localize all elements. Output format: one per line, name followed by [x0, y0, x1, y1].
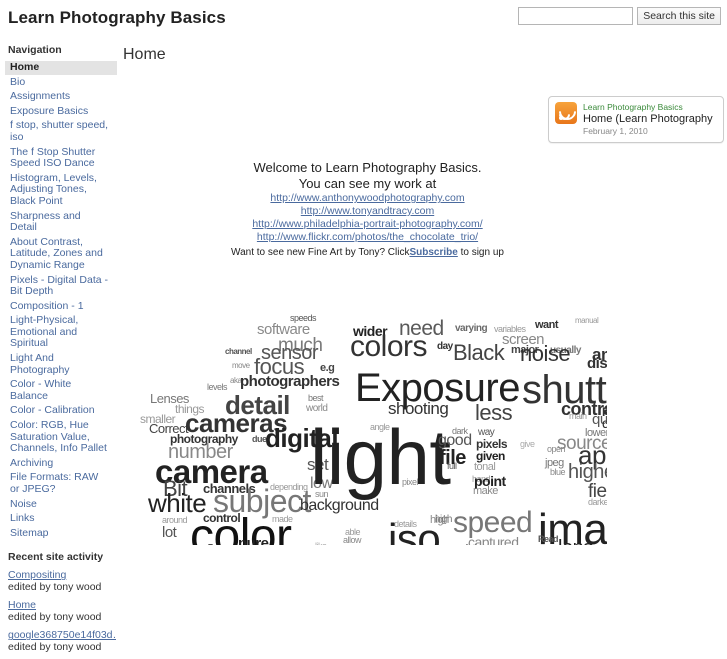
word-cloud-word: background — [300, 497, 379, 514]
word-cloud-word: pixel — [402, 477, 419, 487]
sidebar-item-exposure-basics[interactable]: Exposure Basics — [8, 105, 112, 119]
welcome-url-link[interactable]: http://www.philadelphia-portrait-photogr… — [120, 218, 615, 231]
welcome-url-list: http://www.anthonywoodphotography.com htt… — [120, 192, 615, 244]
word-cloud-word: tonal — [474, 461, 496, 473]
word-cloud-word: Read — [538, 534, 559, 544]
word-cloud-word: photographers — [240, 373, 340, 390]
activity-link[interactable]: google368750e14f03d… — [8, 629, 116, 641]
rss-feed-gadget[interactable]: Learn Photography Basics Home (Learn Pho… — [548, 96, 724, 143]
word-cloud-word: iso — [388, 515, 441, 546]
site-title: Learn Photography Basics — [8, 8, 226, 27]
welcome-url-link[interactable]: http://www.anthonywoodphotography.com — [120, 192, 615, 205]
rss-site-name[interactable]: Learn Photography Basics — [583, 102, 713, 113]
word-cloud-word: main — [569, 411, 587, 421]
word-cloud-word: lot — [162, 524, 177, 541]
site-search: Search this site — [518, 7, 721, 25]
word-cloud-word: noise — [520, 341, 571, 366]
word-cloud-word: high — [435, 514, 452, 525]
sidebar-item-bio[interactable]: Bio — [8, 76, 112, 90]
sidebar-item-sharpness-and-detail[interactable]: Sharpness and Detail — [8, 210, 112, 235]
word-cloud-word: want — [535, 319, 559, 331]
welcome-line-1: Welcome to Learn Photography Basics. — [253, 160, 482, 175]
word-cloud-image: speeds software wider need varying variables w… — [10, 270, 607, 546]
word-cloud-word: colors — [350, 330, 428, 363]
word-cloud-word: less — [475, 400, 513, 425]
activity-link[interactable]: Compositing — [8, 569, 116, 581]
activity-link[interactable]: Home — [8, 599, 116, 611]
sidebar-item-the-f-stop-shutter-speed-iso-dance[interactable]: The f Stop Shutter Speed ISO Dance — [8, 146, 112, 171]
welcome-block: Welcome to Learn Photography Basics. You… — [120, 160, 615, 260]
sidebar-item-assignments[interactable]: Assignments — [8, 90, 112, 104]
word-cloud-word: higher — [568, 461, 607, 483]
word-cloud-word: move — [232, 361, 250, 370]
recent-activity-heading: Recent site activity — [8, 551, 104, 564]
word-cloud-word: blue — [550, 467, 566, 477]
word-cloud-word: full — [447, 461, 457, 471]
sidebar-item-histogram-levels-adjusting-tones-black-point[interactable]: Histogram, Levels, Adjusting Tones, Blac… — [8, 172, 112, 209]
word-cloud-word: give — [520, 439, 535, 449]
sidebar-item-home[interactable]: Home — [5, 61, 117, 75]
activity-entry: Compositing edited by tony wood — [8, 569, 112, 593]
page-title: Home — [123, 46, 166, 63]
word-cloud-word: pure — [238, 535, 269, 545]
activity-meta: edited by tony wood — [8, 581, 102, 594]
word-cloud-word: make — [473, 485, 498, 497]
word-cloud-word: light — [310, 413, 451, 501]
word-cloud-word: levels — [207, 382, 228, 392]
word-cloud-word: best — [308, 393, 324, 403]
welcome-line-2: You can see my work at — [298, 176, 437, 191]
search-input[interactable] — [518, 7, 634, 25]
word-cloud-word: open — [547, 444, 566, 454]
word-cloud-word: channel — [225, 347, 252, 356]
subscribe-cta-prefix: Want to see new Fine Art by Tony? Click — [231, 247, 410, 258]
rss-headline[interactable]: Home (Learn Photography — [583, 113, 713, 126]
welcome-url-link[interactable]: http://www.tonyandtracy.com — [120, 205, 615, 218]
rss-icon — [555, 99, 580, 124]
word-cloud-word: manual — [575, 316, 599, 325]
rss-feed-text: Learn Photography Basics Home (Learn Pho… — [583, 102, 713, 137]
word-cloud-word: shooting — [388, 399, 449, 418]
activity-entry: Home edited by tony wood — [8, 599, 112, 623]
activity-entry: google368750e14f03d… edited by tony wood — [8, 629, 116, 654]
word-cloud-word: lens — [558, 538, 593, 545]
subscribe-cta-suffix: to sign up — [457, 247, 504, 258]
subscribe-link[interactable]: Subscribe — [409, 247, 457, 258]
welcome-url-link[interactable]: http://www.flickr.com/photos/the_chocola… — [120, 231, 615, 244]
rss-date: February 1, 2010 — [583, 126, 648, 136]
subscribe-cta: Want to see new Fine Art by Tony? ClickS… — [120, 246, 615, 260]
word-cloud-word: Black — [453, 340, 505, 365]
search-button[interactable]: Search this site — [637, 7, 721, 25]
word-cloud-word: varying — [455, 323, 488, 334]
activity-meta: edited by tony wood — [8, 611, 102, 624]
sidebar-item-f-stop-shutter-speed-iso[interactable]: f stop, shutter speed, iso — [8, 119, 112, 144]
page-header: Learn Photography Basics Search this sit… — [0, 0, 727, 38]
activity-meta: edited by tony wood — [8, 641, 102, 654]
rss-icon-arc-outer — [555, 99, 580, 124]
word-cloud-word: day — [437, 341, 453, 352]
navigation-heading: Navigation — [8, 44, 62, 56]
recent-activity-list: Compositing edited by tony wood Home edited… — [8, 569, 116, 654]
sidebar-item-about-contrast-latitude-zones-and-dynamic-range[interactable]: About Contrast, Latitude, Zones and Dyna… — [8, 236, 112, 273]
